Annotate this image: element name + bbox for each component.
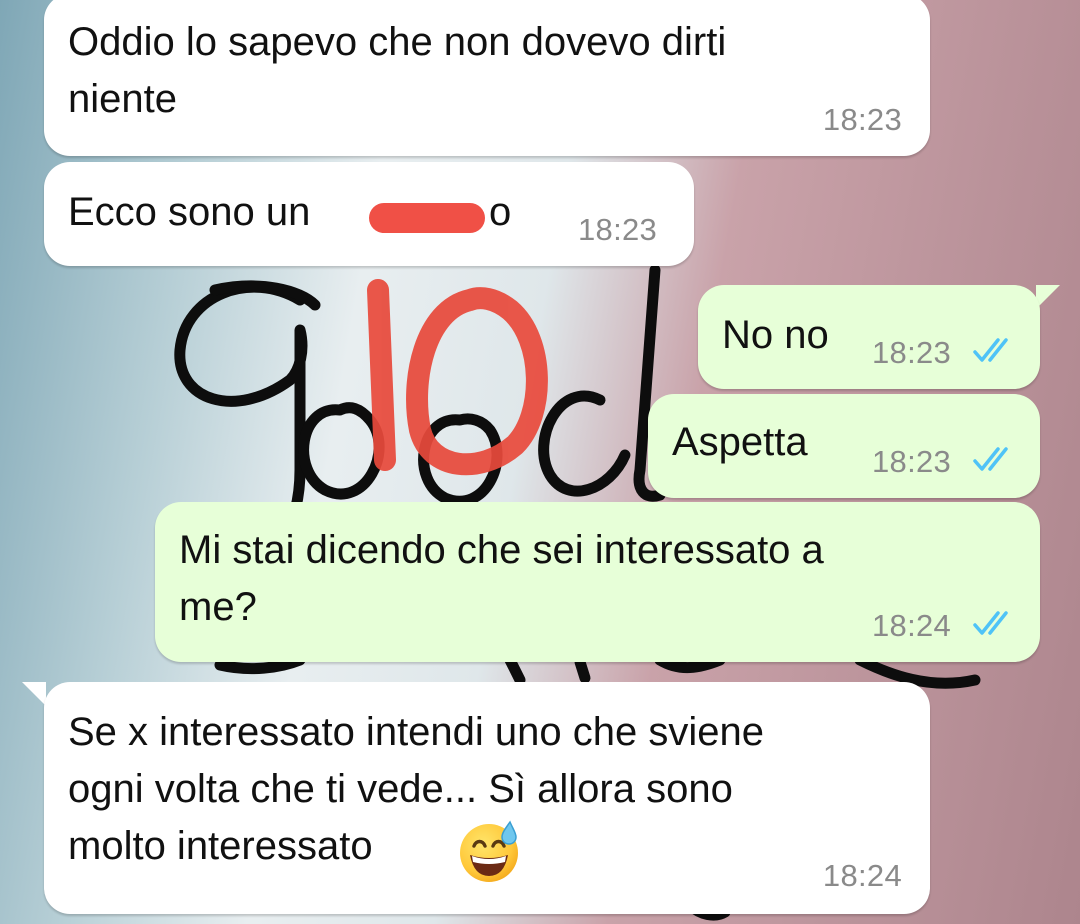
message-text-after-redaction: o xyxy=(489,190,512,234)
double-check-read-icon xyxy=(973,611,1008,635)
message-timestamp: 18:23 xyxy=(872,444,952,479)
message-timestamp: 18:23 xyxy=(578,212,658,247)
double-check-read-icon xyxy=(973,338,1008,362)
message-timestamp: 18:24 xyxy=(872,608,952,643)
message-bubble-outgoing[interactable]: No no 18:23 xyxy=(698,285,1040,389)
message-timestamp: 18:23 xyxy=(872,335,952,370)
message-bubble-incoming[interactable]: Ecco sono un o 18:23 xyxy=(44,162,694,266)
message-text: No no xyxy=(722,313,829,357)
message-bubble-outgoing[interactable]: Aspetta 18:23 xyxy=(648,394,1040,498)
message-bubble-incoming[interactable]: Se x interessato intendi uno che sviene … xyxy=(44,682,930,914)
bubble-tail xyxy=(1036,285,1060,309)
grinning-sweat-emoji xyxy=(460,820,518,882)
message-text: Aspetta xyxy=(672,420,808,464)
message-text: Mi stai dicendo che sei interessato a me… xyxy=(179,528,824,629)
redaction-mark xyxy=(369,203,485,233)
message-bubble-incoming[interactable]: Oddio lo sapevo che non dovevo dirti nie… xyxy=(44,0,930,156)
message-timestamp: 18:24 xyxy=(822,858,902,893)
message-text: Oddio lo sapevo che non dovevo dirti nie… xyxy=(68,20,727,121)
message-text-before-redaction: Ecco sono un xyxy=(68,190,311,234)
message-text: Se x interessato intendi uno che sviene … xyxy=(68,710,764,868)
message-bubble-outgoing[interactable]: Mi stai dicendo che sei interessato a me… xyxy=(155,502,1040,662)
double-check-read-icon xyxy=(973,447,1008,471)
message-timestamp: 18:23 xyxy=(822,102,902,137)
bubble-tail xyxy=(22,682,46,706)
